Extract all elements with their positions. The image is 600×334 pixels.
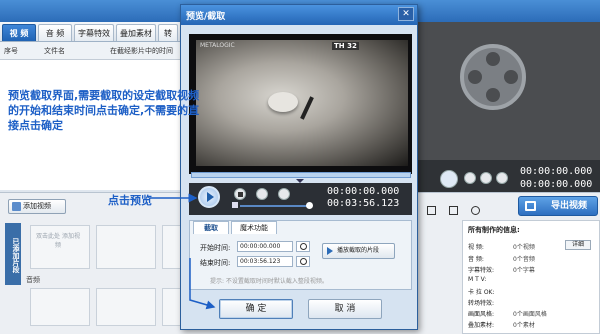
annotation-arrows [150,193,216,310]
